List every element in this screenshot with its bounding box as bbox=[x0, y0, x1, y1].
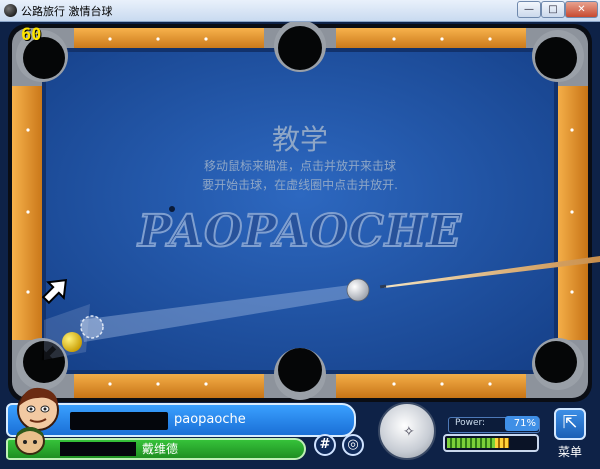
power-meter-fill-high bbox=[495, 438, 509, 448]
power-meter bbox=[443, 434, 539, 452]
power-meter-fill bbox=[447, 438, 495, 448]
billiard-ball-app-icon bbox=[4, 4, 17, 17]
rail-bottom-right bbox=[336, 372, 526, 398]
rail-bottom-left bbox=[74, 372, 264, 398]
maximize-button[interactable]: □ bbox=[541, 1, 565, 18]
window-titlebar: 公路旅行 激情台球 — □ ✕ bbox=[0, 0, 600, 22]
menu-label: 菜单 bbox=[558, 445, 583, 459]
player-name-box bbox=[70, 412, 168, 430]
pocket-bottom-right bbox=[535, 341, 577, 383]
cue-spin-selector[interactable]: ✧ bbox=[378, 402, 436, 460]
tutorial-title: 教学 bbox=[271, 123, 328, 156]
pocket-top-middle bbox=[278, 26, 322, 70]
grid-toggle-button[interactable]: # bbox=[314, 434, 336, 456]
opponent-avatar bbox=[15, 427, 45, 455]
opponent-name-box bbox=[60, 442, 136, 456]
close-button[interactable]: ✕ bbox=[565, 1, 598, 18]
rail-top-right bbox=[336, 28, 526, 50]
paopaoche-watermark: PAOPAOCHE bbox=[137, 205, 462, 258]
tutorial-line-1: 移动鼠标来瞄准，点击并放开来击球 bbox=[203, 159, 396, 173]
cue-ball[interactable] bbox=[346, 278, 370, 302]
game-area[interactable]: 60 教学 移动鼠标来瞄准，点击并放开来击球 要开始击球，在虚线圈中点击并放开.… bbox=[0, 22, 600, 469]
rail-top-left bbox=[74, 28, 264, 50]
ghost-ball-target[interactable] bbox=[80, 315, 104, 339]
opponent-name: 戴维德 bbox=[142, 442, 179, 456]
pocket-bottom-middle bbox=[278, 348, 322, 392]
minimize-button[interactable]: — bbox=[517, 1, 541, 18]
fps-counter: 60 bbox=[21, 25, 42, 45]
target-button[interactable]: ◎ bbox=[342, 434, 364, 456]
player-name: paopaoche bbox=[174, 412, 246, 427]
player-avatar bbox=[17, 387, 59, 431]
yellow-object-ball bbox=[62, 332, 82, 352]
pocket-top-right bbox=[535, 37, 577, 79]
tutorial-line-2: 要开始击球，在虚线圈中点击并放开. bbox=[202, 178, 398, 192]
window-title: 公路旅行 激情台球 bbox=[21, 5, 113, 18]
power-value: 71% bbox=[505, 416, 539, 431]
spin-point-icon: ✧ bbox=[403, 424, 415, 440]
power-label: Power: bbox=[455, 418, 486, 428]
menu-button[interactable]: ⇱ bbox=[554, 408, 586, 440]
